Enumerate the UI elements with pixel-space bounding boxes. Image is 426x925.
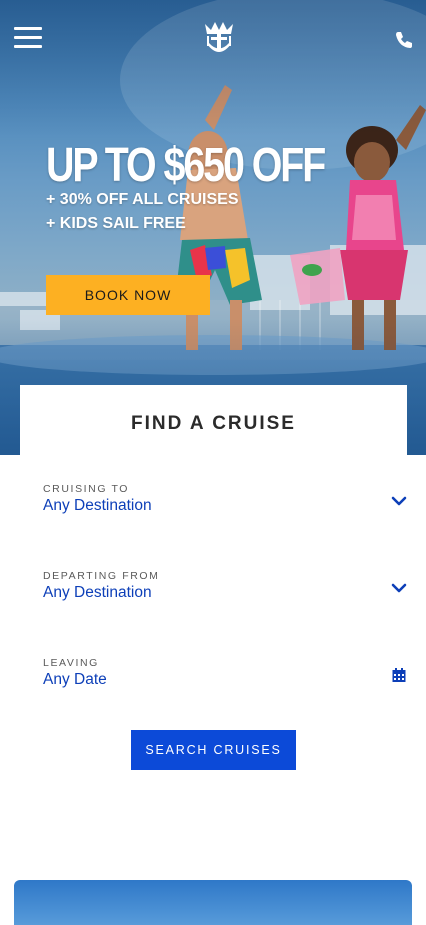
calendar-icon[interactable]: [391, 667, 407, 683]
departing-from-label: DEPARTING FROM: [43, 570, 160, 582]
book-now-button[interactable]: BOOK NOW: [46, 275, 210, 315]
departing-from-select[interactable]: DEPARTING FROM Any Destination: [43, 570, 413, 614]
search-cruises-button[interactable]: SEARCH CRUISES: [131, 730, 296, 770]
phone-icon[interactable]: [394, 30, 414, 50]
find-cruise-title: FIND A CRUISE: [131, 413, 296, 434]
find-cruise-card: FIND A CRUISE: [20, 385, 407, 465]
promo-subline-kids: + KIDS SAIL FREE: [46, 215, 186, 232]
leaving-value: Any Date: [43, 671, 107, 688]
promo-headline: UP TO $650 OFF: [46, 139, 326, 192]
cruising-to-label: CRUISING TO: [43, 483, 130, 495]
leaving-label: LEAVING: [43, 657, 99, 669]
promo-subline-cruises: + 30% OFF ALL CRUISES: [46, 191, 239, 208]
hamburger-menu-icon[interactable]: [14, 27, 42, 49]
chevron-down-icon[interactable]: [391, 580, 407, 596]
chevron-down-icon[interactable]: [391, 493, 407, 509]
departing-from-value: Any Destination: [43, 584, 152, 601]
royal-crown-anchor-logo[interactable]: [203, 20, 235, 56]
leaving-date-picker[interactable]: LEAVING Any Date: [43, 657, 413, 701]
cruising-to-value: Any Destination: [43, 497, 152, 514]
promo-card-image[interactable]: [14, 880, 412, 925]
cruising-to-select[interactable]: CRUISING TO Any Destination: [43, 483, 413, 527]
